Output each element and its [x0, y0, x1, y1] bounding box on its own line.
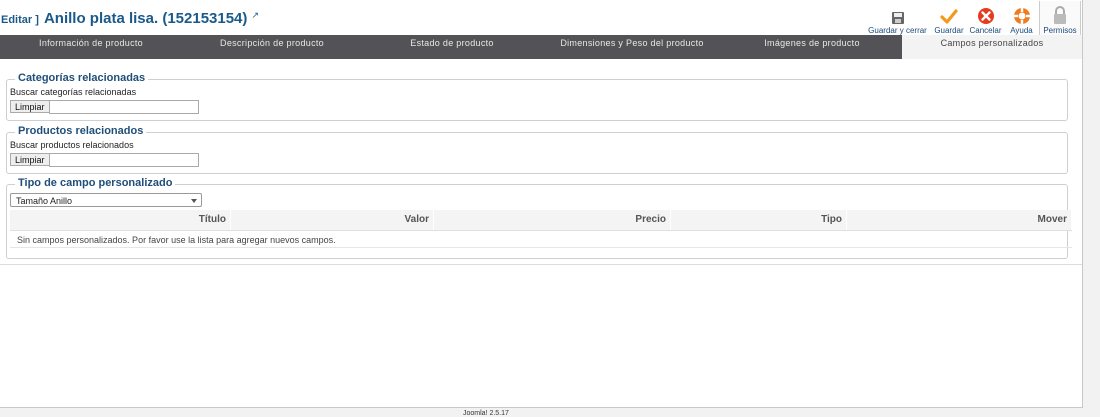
page-header: Editar ] Anillo plata lisa. (152153154) …	[0, 0, 1082, 36]
search-products-label: Buscar productos relacionados	[10, 140, 134, 150]
cancel-button[interactable]: Cancelar	[967, 1, 1004, 35]
column-title: Título	[10, 210, 231, 230]
product-title: Anillo plata lisa. (152153154)	[43, 10, 248, 27]
tab-bar: Información de producto Descripción de p…	[0, 35, 1082, 59]
save-disk-icon	[891, 12, 904, 24]
related-products-fieldset: Productos relacionados Buscar productos …	[6, 125, 1068, 174]
custom-field-type-select[interactable]: Tamaño Anillo	[10, 193, 202, 207]
search-categories-input[interactable]	[49, 100, 199, 114]
column-move: Mover	[847, 210, 1072, 230]
clear-products-button[interactable]: Limpiar	[10, 153, 50, 166]
checkmark-icon	[940, 9, 958, 24]
help-label: Ayuda	[1010, 26, 1033, 35]
cancel-label: Cancelar	[969, 26, 1002, 35]
tab-product-description[interactable]: Descripción de producto	[182, 35, 362, 59]
search-products-input[interactable]	[49, 153, 199, 167]
save-close-button[interactable]: Guardar y cerrar	[864, 1, 931, 35]
tab-custom-fields[interactable]: Campos personalizados	[902, 35, 1082, 59]
cancel-icon	[977, 8, 994, 24]
related-products-legend: Productos relacionados	[15, 125, 147, 137]
save-close-label: Guardar y cerrar	[868, 26, 927, 35]
search-categories-label: Buscar categorías relacionadas	[10, 87, 137, 97]
tab-content: Categorías relacionadas Buscar categoría…	[0, 59, 1082, 265]
edit-prefix: Editar ]	[1, 14, 39, 26]
page-title: Editar ] Anillo plata lisa. (152153154) …	[1, 10, 259, 27]
help-button[interactable]: Ayuda	[1004, 1, 1039, 35]
column-price: Precio	[434, 210, 671, 230]
table-divider	[10, 247, 1072, 248]
permissions-button[interactable]: Permisos	[1039, 1, 1081, 35]
footer-version: Joomla! 2.5.17	[463, 410, 509, 417]
toolbar: Guardar y cerrar Guardar Cancelar Ayuda …	[864, 1, 1081, 35]
tab-product-images[interactable]: Imágenes de producto	[722, 35, 902, 59]
save-label: Guardar	[934, 26, 964, 35]
custom-field-type-legend: Tipo de campo personalizado	[15, 177, 176, 189]
save-button[interactable]: Guardar	[931, 1, 967, 35]
permissions-label: Permisos	[1043, 26, 1077, 35]
related-categories-fieldset: Categorías relacionadas Buscar categoría…	[6, 72, 1068, 121]
selected-field-type: Tamaño Anillo	[16, 196, 73, 206]
lock-icon	[1054, 6, 1066, 24]
external-link-icon[interactable]: ↗	[251, 10, 259, 20]
tab-product-status[interactable]: Estado de producto	[362, 35, 542, 59]
clear-categories-button[interactable]: Limpiar	[10, 100, 50, 113]
empty-custom-fields-message: Sin campos personalizados. Por favor use…	[17, 235, 336, 245]
custom-field-type-fieldset: Tipo de campo personalizado Tamaño Anill…	[6, 177, 1072, 259]
tab-dimensions-weight[interactable]: Dimensiones y Peso del producto	[542, 35, 722, 59]
column-type: Tipo	[671, 210, 847, 230]
chevron-down-icon	[191, 199, 197, 203]
column-value: Valor	[231, 210, 434, 230]
lifebuoy-icon	[1013, 8, 1030, 24]
related-categories-legend: Categorías relacionadas	[15, 72, 149, 84]
custom-fields-table-header: Título Valor Precio Tipo Mover	[10, 210, 1072, 231]
main-frame: Editar ] Anillo plata lisa. (152153154) …	[0, 0, 1083, 408]
tab-product-info[interactable]: Información de producto	[0, 35, 182, 59]
